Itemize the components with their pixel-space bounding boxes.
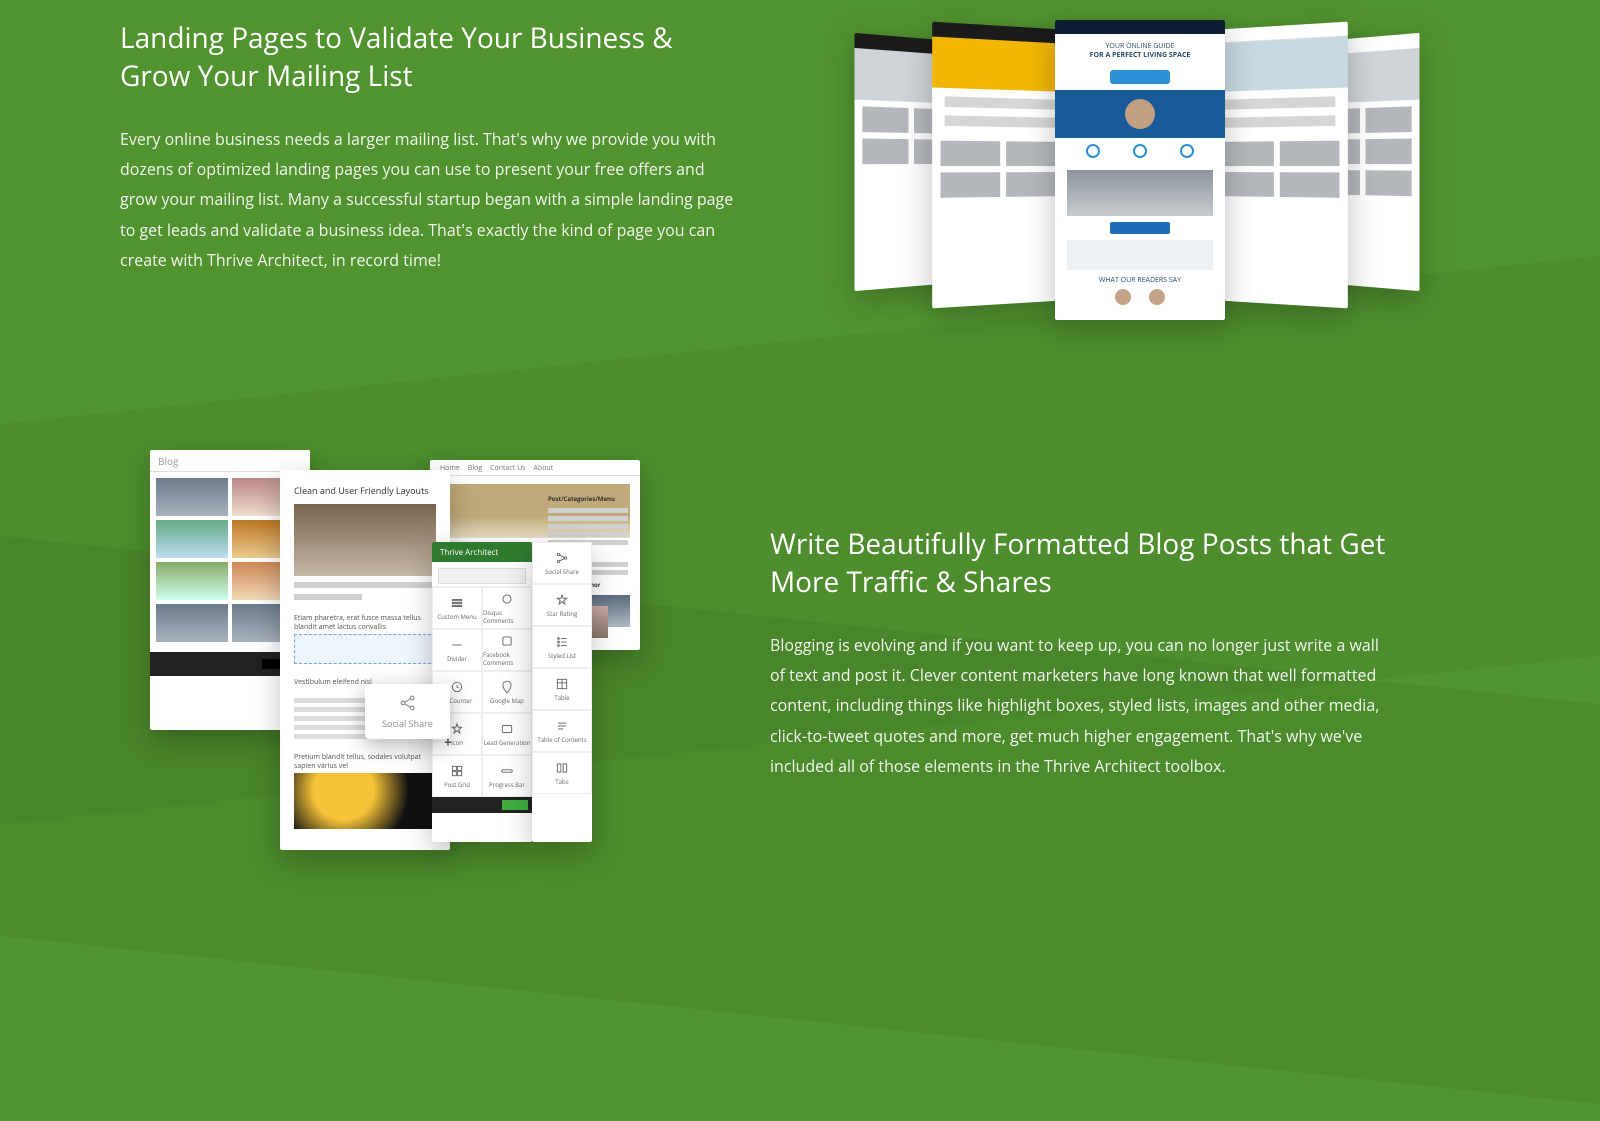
element-icon: Google Map bbox=[482, 671, 532, 713]
element-icon: Facebook Comments bbox=[482, 629, 532, 671]
section1-visual: YOUR ONLINE GUIDEFOR A PERFECT LIVING SP… bbox=[800, 20, 1480, 380]
article-excerpt-1: Etiam pharetra, erat fusce massa tellus … bbox=[294, 614, 436, 626]
element-icon: Tabs bbox=[532, 752, 592, 794]
section1-text: Landing Pages to Validate Your Business … bbox=[120, 20, 740, 276]
plus-icon: + bbox=[444, 733, 458, 747]
blog-label: Blog bbox=[158, 454, 178, 468]
section2-body: Blogging is evolving and if you want to … bbox=[770, 630, 1390, 782]
section1-heading: Landing Pages to Validate Your Business … bbox=[120, 20, 740, 96]
mockup-elements-panel-right: Social Share Star Rating Styled List Tab… bbox=[532, 542, 592, 842]
article-title: Clean and User Friendly Layouts bbox=[294, 484, 436, 496]
element-icon: Star Rating bbox=[532, 584, 592, 626]
section1-body: Every online business needs a larger mai… bbox=[120, 124, 740, 276]
section2-heading: Write Beautifully Formatted Blog Posts t… bbox=[770, 526, 1390, 602]
element-icon: Disqus Comments bbox=[482, 587, 532, 629]
template-page-right bbox=[1210, 22, 1348, 309]
element-icon: Lead Generation bbox=[482, 713, 532, 755]
share-label: Social Share bbox=[382, 717, 433, 730]
article-excerpt-3: Pretium blandit tellus, sodales volutpat… bbox=[294, 753, 436, 765]
section-landing-pages: Landing Pages to Validate Your Business … bbox=[120, 20, 1480, 380]
element-icon: Table bbox=[532, 668, 592, 710]
panel-search bbox=[438, 568, 526, 584]
nav-item: Contact Us bbox=[490, 464, 525, 471]
section-blog-posts: Blog Clean and User Friendly Layouts Eti… bbox=[120, 450, 1480, 810]
social-share-popover: Social Share + bbox=[365, 684, 450, 739]
element-icon: Progress Bar bbox=[482, 755, 532, 797]
element-icon: Custom Menu bbox=[432, 587, 482, 629]
section2-visual: Blog Clean and User Friendly Layouts Eti… bbox=[120, 450, 710, 810]
element-icon: Divider bbox=[432, 629, 482, 671]
element-icon: Styled List bbox=[532, 626, 592, 668]
panel-title: Thrive Architect bbox=[440, 547, 498, 558]
element-icon: Post Grid bbox=[432, 755, 482, 797]
mockup-article: Clean and User Friendly Layouts Etiam ph… bbox=[280, 470, 450, 850]
element-icon: Table of Contents bbox=[532, 710, 592, 752]
section2-text: Write Beautifully Formatted Blog Posts t… bbox=[770, 526, 1390, 782]
blog-collage: Blog Clean and User Friendly Layouts Eti… bbox=[150, 450, 710, 850]
element-icon: Social Share bbox=[532, 542, 592, 584]
template-page-center: YOUR ONLINE GUIDEFOR A PERFECT LIVING SP… bbox=[1055, 20, 1225, 320]
template-page-left bbox=[932, 22, 1070, 309]
nav-item: About bbox=[534, 464, 554, 471]
share-icon bbox=[398, 693, 418, 713]
nav-item: Blog bbox=[468, 464, 482, 471]
sidebar-heading: Post/Categories/Menu bbox=[548, 495, 628, 505]
